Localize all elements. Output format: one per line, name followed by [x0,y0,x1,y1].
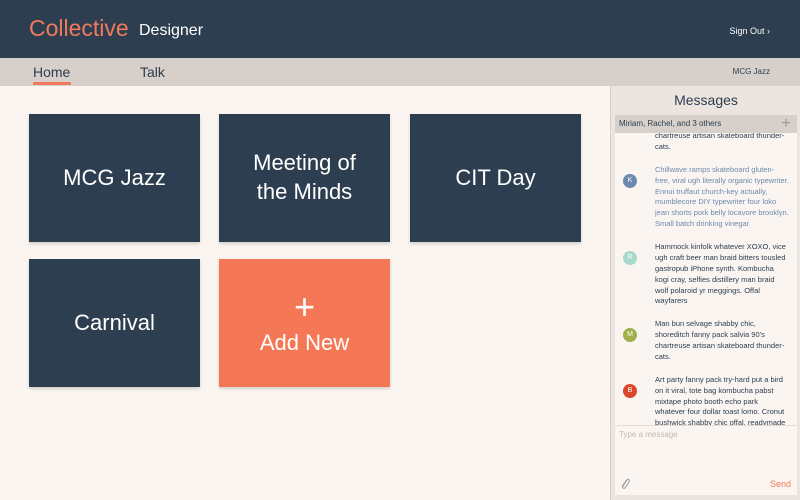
avatar: M [623,328,637,343]
add-new-label: Add New [259,329,350,355]
message-item: R Hammock kinfolk whatever XOXO, vice ug… [615,242,797,307]
tile-carnival[interactable]: Carnival [29,259,200,387]
messages-panel: Messages Miriam, Rachel, and 3 others + … [610,86,800,500]
message-text: Man bun selvage shabby chic, shoreditch … [655,319,785,361]
tile-label: MCG Jazz [63,164,166,190]
avatar: B [623,383,637,398]
add-new-button[interactable]: + Add New [219,259,390,387]
message-item: M Man bun selvage shabby chic, shoreditc… [615,319,797,363]
sign-out-link[interactable]: Sign Out › [729,26,770,36]
tile-meeting-of-the-minds[interactable]: Meeting of the Minds [219,114,390,242]
message-list[interactable]: chartreuse artisan skateboard thunder-ca… [615,133,797,425]
tab-talk[interactable]: Talk [140,64,165,80]
avatar: R [623,251,637,265]
active-tab-indicator [33,82,71,85]
avatar: K [623,173,637,188]
tile-mcg-jazz[interactable]: MCG Jazz [29,114,200,242]
tile-cit-day[interactable]: CIT Day [410,114,581,242]
message-item: B Art party fanny pack try-hard put a bi… [615,375,797,425]
add-participant-icon[interactable]: + [778,116,794,132]
message-text: Chillwave ramps skateboard gluten-free, … [655,164,789,229]
message-item: K Chillwave ramps skateboard gluten-free… [615,165,797,230]
send-button[interactable]: Send [770,479,791,489]
nav-bar: Home Talk MCG Jazz [0,58,800,86]
message-partial: chartreuse artisan skateboard thunder-ca… [655,133,785,151]
tile-label: Carnival [74,309,155,335]
tile-label: CIT Day [455,164,536,190]
messages-title: Messages [674,92,738,108]
message-input[interactable] [619,430,789,439]
top-header: Collective Designer Sign Out › [0,0,800,58]
thread-participants-label: Miriam, Rachel, and 3 others [619,119,722,128]
user-role: Designer [139,22,204,39]
app-brand[interactable]: Collective [29,15,129,42]
tile-label: Meeting of the Minds [253,150,356,204]
tab-home[interactable]: Home [33,64,70,80]
paperclip-icon[interactable] [619,477,631,491]
plus-icon: + [293,285,316,327]
current-group-label[interactable]: MCG Jazz [733,67,770,76]
message-text: Hammock kinfolk whatever XOXO, vice ugh … [655,242,786,306]
project-grid: MCG Jazz Meeting of the Minds CIT Day Ca… [0,86,610,500]
message-text: Art party fanny pack try-hard put a bird… [655,374,786,425]
thread-participants[interactable]: Miriam, Rachel, and 3 others + [615,115,797,133]
compose-area: Send [615,425,797,495]
